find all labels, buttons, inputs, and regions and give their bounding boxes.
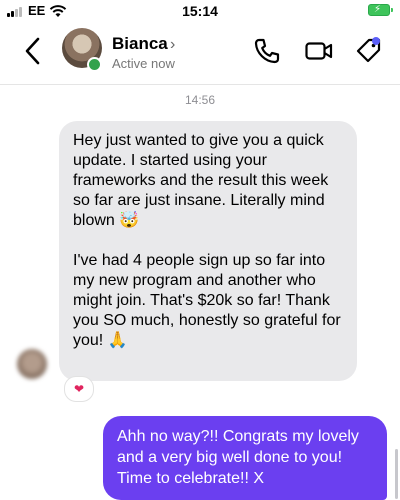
phone-icon[interactable] [252, 36, 282, 66]
heart-reaction-icon[interactable]: ❤ [64, 376, 94, 402]
online-status-dot [87, 57, 102, 72]
chat-header: Bianca › Active now [0, 22, 400, 85]
back-chevron-icon[interactable] [22, 36, 44, 66]
incoming-message-paragraph: Hey just wanted to give you a quick upda… [73, 132, 329, 229]
contact-name[interactable]: Bianca [112, 34, 168, 54]
incoming-message-paragraph: I've had 4 people sign up so far into my… [73, 252, 341, 349]
message-timestamp: 14:56 [184, 93, 216, 107]
battery-charging-icon: ⚡ [368, 4, 393, 16]
active-status: Active now [112, 56, 175, 71]
outgoing-message-bubble[interactable]: Ahh no way?!! Congrats my lovely and a v… [103, 416, 387, 500]
status-bar: EE 15:14 ⚡ [0, 0, 400, 22]
scrollbar[interactable] [395, 449, 398, 499]
video-icon[interactable] [304, 36, 334, 66]
chevron-right-icon[interactable]: › [170, 36, 175, 54]
notification-dot [372, 37, 380, 45]
incoming-message-bubble[interactable]: Hey just wanted to give you a quick upda… [59, 121, 357, 381]
clock: 15:14 [182, 3, 218, 19]
sender-avatar[interactable] [17, 349, 47, 379]
